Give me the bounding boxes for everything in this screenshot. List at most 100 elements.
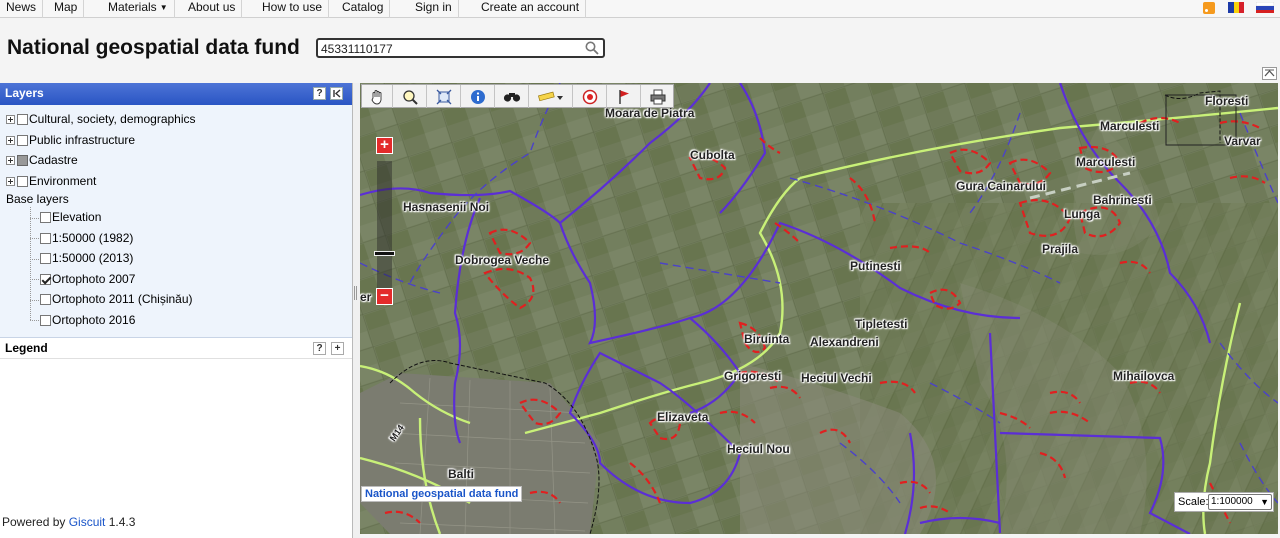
place-label: Moara de Piatra <box>605 106 695 120</box>
place-label: Alexandreni <box>810 335 879 349</box>
rss-icon[interactable] <box>1203 2 1215 14</box>
full-extent-tool[interactable] <box>427 85 461 108</box>
zoom-out-button[interactable]: − <box>376 288 393 305</box>
layer-checkbox[interactable] <box>17 176 28 187</box>
record-tool[interactable] <box>573 85 607 108</box>
place-label: Grigoresti <box>724 369 782 383</box>
zoom-box-tool[interactable] <box>393 85 427 108</box>
base-layer-radio[interactable] <box>40 233 51 244</box>
layer-group-cadastre[interactable]: Cadastre <box>6 150 78 170</box>
tree-connector <box>30 300 39 301</box>
print-tool[interactable] <box>641 85 674 108</box>
layers-help-button[interactable]: ? <box>313 87 326 100</box>
scale-label: Scale: <box>1178 496 1209 508</box>
tree-connector <box>30 207 31 320</box>
place-label: Varvar <box>1224 134 1261 148</box>
flag-tool[interactable] <box>607 85 641 108</box>
powered-by: Powered by Giscuit 1.4.3 <box>2 515 135 529</box>
place-label: Mihailovca <box>1113 369 1175 383</box>
nav-create-account[interactable]: Create an account <box>475 0 587 18</box>
collapse-header-button[interactable] <box>1262 67 1277 80</box>
base-layer-label: Ortophoto 2007 <box>52 272 136 286</box>
zoom-in-button[interactable]: + <box>376 137 393 154</box>
flag-ro-icon[interactable] <box>1228 2 1244 13</box>
nav-sign-in[interactable]: Sign in <box>409 0 459 18</box>
layers-collapse-button[interactable] <box>330 87 343 100</box>
place-label: Putinesti <box>850 259 901 273</box>
layer-group-environment[interactable]: Environment <box>6 171 96 191</box>
pan-hand-icon <box>371 89 382 104</box>
expand-plus-icon[interactable] <box>6 156 15 165</box>
base-layer-2013[interactable]: 1:50000 (2013) <box>40 248 133 268</box>
map-attribution[interactable]: National geospatial data fund <box>361 486 523 502</box>
nav-map[interactable]: Map <box>48 0 85 18</box>
zoom-slider-handle[interactable] <box>374 251 395 256</box>
page-header: National geospatial data fund <box>0 19 1280 81</box>
place-label: Floresti <box>1205 94 1249 108</box>
chevron-down-icon: ▼ <box>1260 497 1269 507</box>
base-layer-elevation[interactable]: Elevation <box>40 207 101 227</box>
nav-materials-label: Materials <box>108 0 157 14</box>
identify-tool[interactable] <box>461 85 495 108</box>
place-label: Prajila <box>1042 242 1079 256</box>
legend-help-button[interactable]: ? <box>313 342 326 355</box>
layer-tree: Cultural, society, demographics Public i… <box>0 105 352 337</box>
nav-how-to-use[interactable]: How to use <box>256 0 330 18</box>
base-layer-ortophoto-2016[interactable]: Ortophoto 2016 <box>40 310 135 330</box>
giscuit-link[interactable]: Giscuit <box>69 515 106 529</box>
base-layer-1982[interactable]: 1:50000 (1982) <box>40 228 133 248</box>
top-navigation: News Map Materials ▼ About us How to use … <box>0 0 1280 18</box>
nav-materials[interactable]: Materials ▼ <box>102 0 175 18</box>
scale-select[interactable]: 1:100000 ▼ <box>1208 494 1272 510</box>
zoom-magnifier-icon <box>402 89 418 105</box>
legend-expand-button[interactable]: + <box>331 342 344 355</box>
map-toolbar <box>361 84 674 108</box>
expand-plus-icon[interactable] <box>6 177 15 186</box>
place-label: Bahrinesti <box>1093 193 1152 207</box>
layer-checkbox[interactable] <box>17 114 28 125</box>
pan-tool[interactable] <box>362 85 393 108</box>
base-layer-ortophoto-2007[interactable]: Ortophoto 2007 <box>40 269 135 289</box>
record-icon <box>582 89 597 104</box>
ortophoto-basemap <box>360 83 1278 534</box>
base-layer-radio-checked[interactable] <box>40 274 51 285</box>
base-layer-radio[interactable] <box>40 253 51 264</box>
legend-title: Legend <box>5 341 48 355</box>
search-input[interactable] <box>321 41 576 56</box>
base-layer-ortophoto-2011[interactable]: Ortophoto 2011 (Chișinău) <box>40 289 193 309</box>
panel-splitter[interactable] <box>353 83 360 538</box>
layer-checkbox[interactable] <box>17 135 28 146</box>
layers-panel-header: Layers ? <box>0 83 352 105</box>
powered-prefix: Powered by <box>2 515 69 529</box>
place-label: Biruinta <box>744 332 790 346</box>
layer-group-label: Cultural, society, demographics <box>29 112 196 126</box>
search-icon[interactable] <box>585 41 599 55</box>
nav-catalog[interactable]: Catalog <box>336 0 391 18</box>
base-layer-radio[interactable] <box>40 212 51 223</box>
splitter-grip-icon[interactable] <box>354 286 357 300</box>
layers-title: Layers <box>5 86 44 100</box>
base-layer-radio[interactable] <box>40 294 51 305</box>
bottom-strip <box>360 534 1280 538</box>
place-label: Marculesti <box>1100 119 1160 133</box>
expand-plus-icon[interactable] <box>6 136 15 145</box>
expand-plus-icon[interactable] <box>6 115 15 124</box>
measure-tool[interactable] <box>529 85 573 108</box>
nav-news[interactable]: News <box>0 0 44 18</box>
nav-about-us[interactable]: About us <box>182 0 243 18</box>
layer-group-cultural[interactable]: Cultural, society, demographics <box>6 109 196 129</box>
legend-panel-header: Legend ? + <box>0 337 352 359</box>
map-view[interactable]: Moara de Piatra Floresti Marculesti Varv… <box>360 83 1278 534</box>
base-layer-radio[interactable] <box>40 315 51 326</box>
layer-group-public-infrastructure[interactable]: Public infrastructure <box>6 130 135 150</box>
tree-connector <box>30 238 39 239</box>
page-title: National geospatial data fund <box>7 36 300 59</box>
tree-connector <box>30 279 39 280</box>
place-label: Dobrogea Veche <box>455 253 550 267</box>
search-tool[interactable] <box>495 85 529 108</box>
edge-place-label: er <box>360 290 372 304</box>
layer-checkbox-partial[interactable] <box>17 155 28 166</box>
flag-ru-icon[interactable] <box>1255 1 1275 13</box>
zoom-slider-track[interactable] <box>377 161 392 294</box>
layer-group-label: Environment <box>29 174 97 188</box>
